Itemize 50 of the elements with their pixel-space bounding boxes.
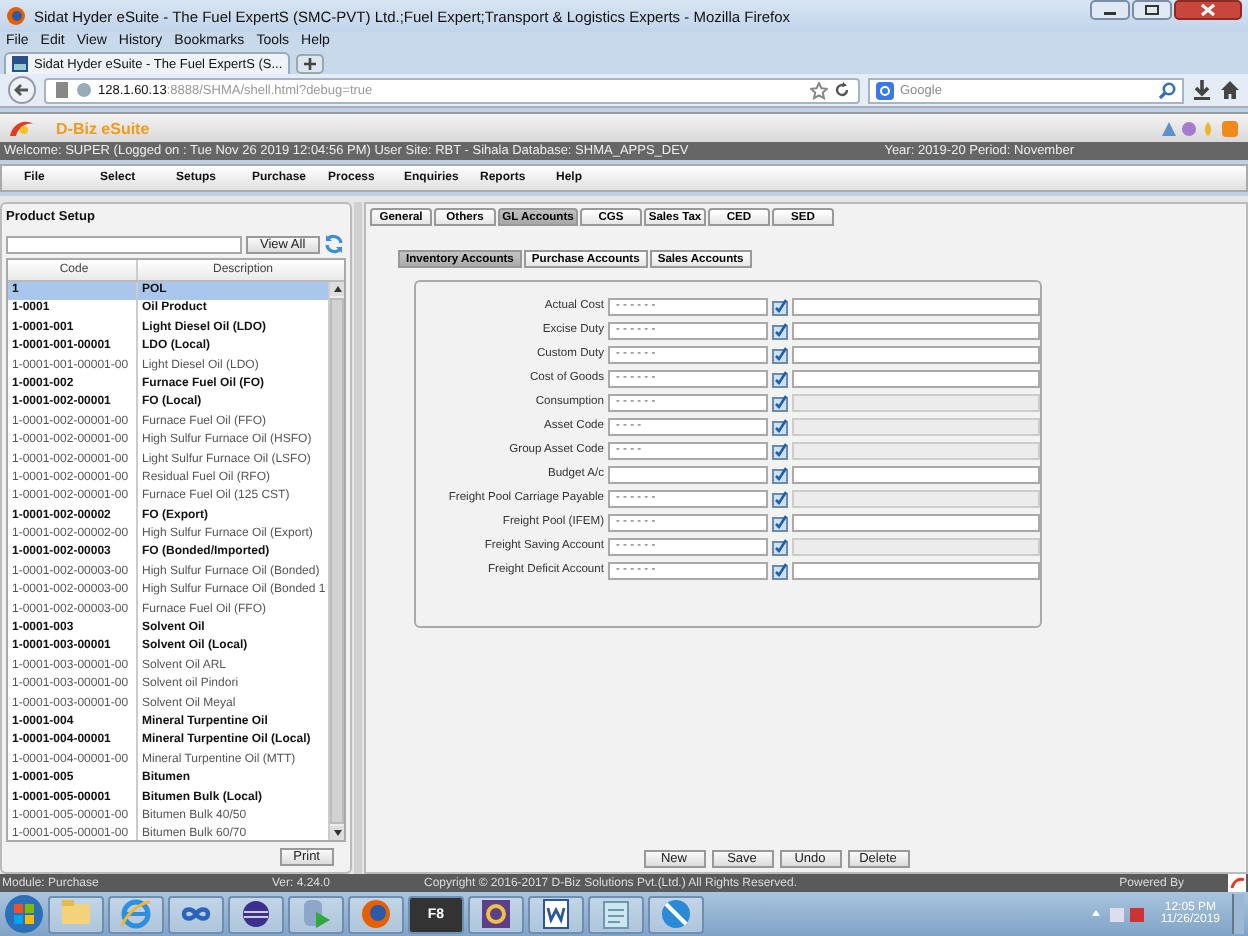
scroll-up-icon[interactable] bbox=[330, 282, 344, 296]
header-tools-icon[interactable] bbox=[1160, 119, 1240, 137]
filter-field[interactable] bbox=[6, 235, 242, 253]
browser-icon[interactable] bbox=[116, 894, 156, 934]
lookup-icon[interactable] bbox=[772, 513, 788, 532]
firefox-icon[interactable] bbox=[6, 6, 26, 26]
maximize-icon[interactable] bbox=[1132, 0, 1172, 20]
lookup-icon[interactable] bbox=[772, 441, 788, 460]
lookup-icon[interactable] bbox=[772, 321, 788, 340]
app-logo: D-Biz eSuite bbox=[56, 119, 150, 137]
home-icon[interactable] bbox=[1220, 80, 1240, 100]
lookup-icon[interactable] bbox=[772, 345, 788, 364]
scrollbar[interactable] bbox=[328, 282, 344, 840]
scroll-down-icon[interactable] bbox=[330, 826, 344, 840]
name-field[interactable] bbox=[792, 513, 1040, 532]
star-icon[interactable] bbox=[810, 81, 828, 99]
lookup-icon[interactable] bbox=[772, 561, 788, 580]
name-field[interactable] bbox=[792, 465, 1040, 484]
name-field[interactable] bbox=[792, 369, 1040, 388]
download-icon[interactable] bbox=[1192, 80, 1212, 100]
firefox-icon[interactable] bbox=[356, 894, 396, 934]
logo-icon[interactable] bbox=[8, 118, 36, 138]
powered-logo-icon[interactable] bbox=[1228, 874, 1246, 892]
back-icon[interactable] bbox=[8, 76, 36, 104]
close-icon[interactable] bbox=[1174, 0, 1242, 20]
name-field[interactable] bbox=[792, 561, 1040, 580]
lookup-icon[interactable] bbox=[772, 417, 788, 436]
lookup-icon[interactable] bbox=[772, 297, 788, 316]
tray-icon[interactable] bbox=[1088, 904, 1149, 924]
lookup-icon[interactable] bbox=[772, 465, 788, 484]
lookup-icon[interactable] bbox=[772, 489, 788, 508]
scroll-thumb[interactable] bbox=[330, 297, 344, 825]
name-field[interactable] bbox=[792, 345, 1040, 364]
new-tab-icon[interactable] bbox=[296, 54, 325, 74]
name-field[interactable] bbox=[792, 297, 1040, 316]
show-desktop-button[interactable] bbox=[1232, 894, 1244, 934]
name-field[interactable] bbox=[792, 321, 1040, 340]
code-field[interactable] bbox=[608, 465, 768, 484]
lookup-icon[interactable] bbox=[772, 369, 788, 388]
search-icon[interactable] bbox=[1158, 81, 1176, 99]
page-icon[interactable] bbox=[54, 82, 70, 98]
start-button[interactable] bbox=[4, 894, 44, 934]
minimize-icon[interactable] bbox=[1090, 0, 1130, 20]
refresh-icon[interactable] bbox=[323, 234, 344, 254]
lookup-icon[interactable] bbox=[772, 393, 788, 412]
page-icon[interactable] bbox=[12, 56, 28, 72]
reload-icon[interactable] bbox=[834, 82, 850, 98]
lookup-icon[interactable] bbox=[772, 537, 788, 556]
google-icon[interactable] bbox=[876, 81, 894, 99]
splitter-handle[interactable] bbox=[354, 202, 362, 874]
